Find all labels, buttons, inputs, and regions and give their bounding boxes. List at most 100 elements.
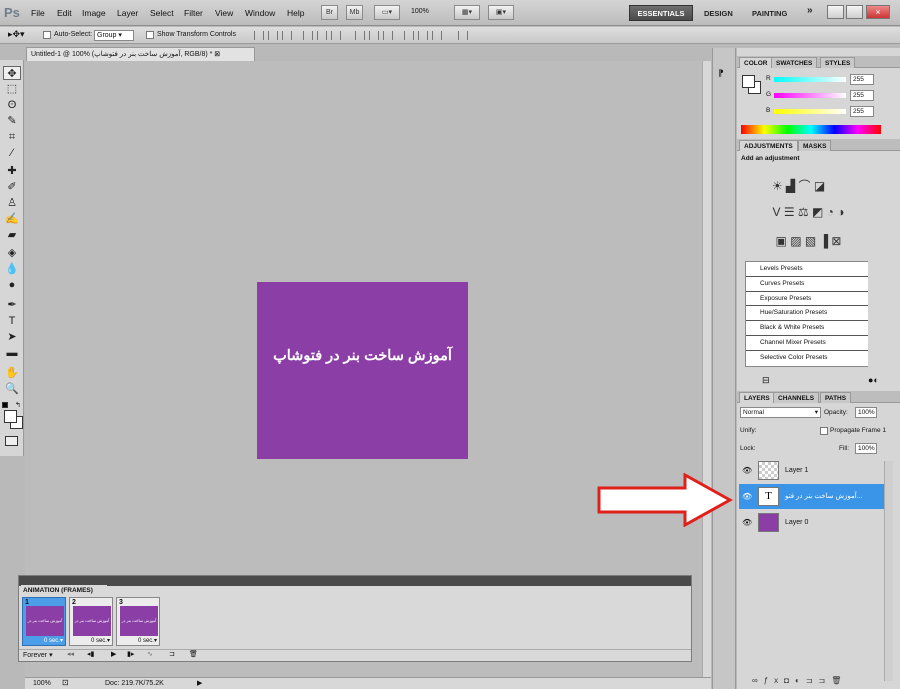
tab-adjustments[interactable]: ADJUSTMENTS — [739, 140, 798, 151]
align-right-icon[interactable] — [331, 31, 341, 40]
tween-icon[interactable]: ∿ — [147, 650, 153, 658]
animation-frame[interactable]: 2 آموزش ساخت بنر در فتوشاپ 0 sec.▾ — [69, 597, 113, 646]
frame-delay[interactable]: 0 sec.▾ — [117, 637, 159, 644]
tab-layers[interactable]: LAYERS — [739, 392, 775, 403]
pen-tool-icon[interactable]: ✒ — [3, 298, 21, 312]
layer-row[interactable]: 👁 Layer 1 — [739, 458, 884, 483]
launch-bridge-button[interactable]: Br — [321, 5, 338, 20]
close-tab-icon[interactable]: ⊠ — [214, 51, 220, 58]
menu-help[interactable]: Help — [287, 8, 304, 18]
preset-item[interactable]: Exposure Presets — [746, 291, 868, 307]
auto-select-checkbox[interactable] — [43, 31, 51, 39]
next-frame-icon[interactable]: ▮▸ — [127, 650, 134, 658]
quick-select-tool-icon[interactable]: ✎ — [3, 114, 21, 128]
tab-paths[interactable]: PATHS — [820, 392, 852, 403]
launch-mini-bridge-button[interactable]: Mb — [346, 5, 363, 20]
history-panel-icon[interactable]: ⁋ — [718, 68, 724, 79]
clone-stamp-tool-icon[interactable]: ♙ — [3, 196, 21, 210]
paint-bucket-tool-icon[interactable]: ◈ — [3, 246, 21, 260]
close-icon[interactable]: × — [866, 5, 890, 19]
play-icon[interactable]: ▶ — [111, 650, 116, 658]
vertical-scrollbar[interactable] — [702, 61, 711, 678]
blur-tool-icon[interactable]: 💧 — [3, 262, 21, 276]
distribute-bottom-icon[interactable] — [383, 31, 393, 40]
frame-delay[interactable]: 0 sec.▾ — [70, 637, 112, 644]
opacity-value[interactable]: 100% — [855, 407, 877, 418]
view-extras-button[interactable]: ▭▾ — [374, 5, 400, 20]
preset-item[interactable]: Selective Color Presets — [746, 350, 868, 366]
delete-frame-icon[interactable]: 🗑 — [189, 650, 198, 658]
workspace-essentials[interactable]: ESSENTIALS — [629, 5, 693, 21]
visibility-eye-icon[interactable]: 👁 — [742, 510, 752, 535]
move-tool-icon[interactable]: ▸✥▾ — [8, 29, 25, 40]
auto-align-icon[interactable] — [458, 31, 468, 40]
zoom-tool-icon[interactable]: 🔍 — [3, 382, 21, 396]
visibility-eye-icon[interactable]: 👁 — [742, 484, 752, 509]
document-tab[interactable]: Untitled-1 @ 100% (آموزش ساخت بنر در فتو… — [26, 47, 255, 61]
move-tool-icon[interactable]: ✥ — [3, 66, 21, 80]
adjustment-icons-row2[interactable]: V ☰ ⚖ ◩ ◔ ◑ — [727, 205, 890, 219]
b-value[interactable]: 255 — [850, 106, 874, 117]
default-colors-icon[interactable] — [2, 402, 8, 408]
preset-item[interactable]: Levels Presets — [746, 262, 868, 277]
zoom-level-dropdown[interactable]: 100% — [411, 8, 429, 15]
workspace-painting[interactable]: PAINTING — [752, 9, 787, 18]
r-value[interactable]: 255 — [850, 74, 874, 85]
status-zoom[interactable]: 100% — [33, 680, 51, 687]
distribute-hcenter-icon[interactable] — [418, 31, 428, 40]
layers-footer-icons[interactable]: ∞ƒx◘◐⊐⊐🗑 — [752, 676, 847, 685]
lasso-tool-icon[interactable]: ʘ — [3, 98, 21, 112]
preset-item[interactable]: Hue/Saturation Presets — [746, 306, 868, 322]
show-transform-checkbox[interactable] — [146, 31, 154, 39]
fill-value[interactable]: 100% — [855, 443, 877, 454]
layer-row[interactable]: 👁 Layer 0 — [739, 510, 884, 535]
dodge-tool-icon[interactable]: ● — [3, 278, 21, 292]
clip-icon[interactable]: ●◐ — [868, 375, 879, 385]
prev-frame-icon[interactable]: ◂▮ — [87, 650, 94, 658]
brush-tool-icon[interactable]: ✐ — [3, 180, 21, 194]
preset-item[interactable]: Channel Mixer Presets — [746, 336, 868, 351]
more-workspaces-button[interactable]: » — [807, 5, 813, 16]
menu-select[interactable]: Select — [150, 8, 174, 18]
shape-tool-icon[interactable]: ▬ — [3, 346, 21, 360]
tab-styles[interactable]: STYLES — [820, 57, 856, 68]
color-spectrum-bar[interactable] — [741, 125, 881, 134]
distribute-top-icon[interactable] — [355, 31, 365, 40]
screen-mode-button[interactable]: ▣▾ — [488, 5, 514, 20]
g-slider[interactable] — [774, 93, 846, 98]
animation-frame[interactable]: 3 آموزش ساخت بنر در فتوشاپ 0 sec.▾ — [116, 597, 160, 646]
animation-frame[interactable]: 1 آموزش ساخت بنر در فتوشاپ 0 sec.▾ — [22, 597, 66, 646]
frame-delay[interactable]: 0 sec.▾ — [23, 637, 65, 644]
propagate-checkbox[interactable] — [820, 427, 828, 435]
distribute-left-icon[interactable] — [404, 31, 414, 40]
marquee-tool-icon[interactable]: ⬚ — [3, 82, 21, 96]
menu-edit[interactable]: Edit — [57, 8, 72, 18]
align-vcenter-icon[interactable] — [268, 31, 278, 40]
tab-channels[interactable]: CHANNELS — [773, 392, 820, 403]
loop-dropdown[interactable]: Forever ▾ — [23, 651, 53, 659]
banner-artwork[interactable]: آموزش ساخت بنر در فتوشاپ — [257, 282, 468, 459]
auto-select-dropdown[interactable]: Group ▾ — [94, 30, 134, 41]
preset-item[interactable]: Black & White Presets — [746, 321, 868, 336]
menu-file[interactable]: File — [31, 8, 45, 18]
healing-brush-tool-icon[interactable]: ✚ — [3, 164, 21, 178]
status-menu-arrow[interactable]: ▶ — [197, 679, 202, 687]
blend-mode-dropdown[interactable]: Normal ▾ — [740, 407, 821, 418]
minimize-button[interactable] — [827, 5, 844, 19]
path-selection-tool-icon[interactable]: ➤ — [3, 330, 21, 344]
g-value[interactable]: 255 — [850, 90, 874, 101]
adjustment-icons-row1[interactable]: ☀ ▟ ⌒ ◪ — [717, 177, 880, 194]
visibility-eye-icon[interactable]: 👁 — [742, 458, 752, 483]
eraser-tool-icon[interactable]: ▰ — [3, 228, 21, 242]
status-icon[interactable]: ⊡ — [62, 678, 69, 687]
crop-tool-icon[interactable]: ⌗ — [3, 130, 21, 144]
swap-colors-icon[interactable]: ↰ — [15, 401, 21, 409]
arrange-documents-button[interactable]: ▦▾ — [454, 5, 480, 20]
menu-view[interactable]: View — [215, 8, 233, 18]
r-slider[interactable] — [774, 77, 846, 82]
foreground-color-swatch[interactable] — [4, 410, 17, 423]
quick-mask-icon[interactable] — [5, 436, 18, 446]
align-top-icon[interactable] — [254, 31, 264, 40]
tab-color[interactable]: COLOR — [739, 57, 773, 68]
tab-swatches[interactable]: SWATCHES — [771, 57, 818, 68]
